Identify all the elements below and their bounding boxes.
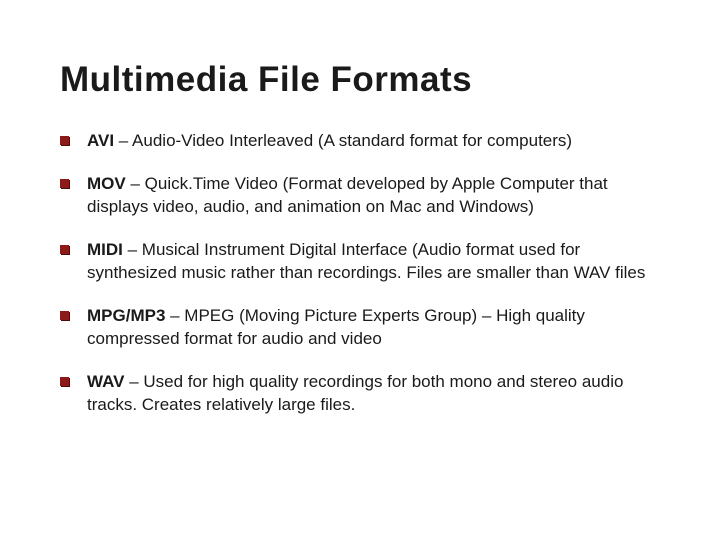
square-bullet-icon (60, 377, 69, 386)
list-item-text: WAV – Used for high quality recordings f… (87, 371, 670, 417)
square-bullet-icon (60, 136, 69, 145)
bullet-list: AVI – Audio-Video Interleaved (A standar… (60, 130, 670, 416)
list-item: WAV – Used for high quality recordings f… (60, 371, 670, 417)
list-item-text: MPG/MP3 – MPEG (Moving Picture Experts G… (87, 305, 670, 351)
list-item: MPG/MP3 – MPEG (Moving Picture Experts G… (60, 305, 670, 351)
list-item: AVI – Audio-Video Interleaved (A standar… (60, 130, 670, 153)
square-bullet-icon (60, 245, 69, 254)
list-item-text: AVI – Audio-Video Interleaved (A standar… (87, 130, 670, 153)
square-bullet-icon (60, 311, 69, 320)
square-bullet-icon (60, 179, 69, 188)
list-item-text: MIDI – Musical Instrument Digital Interf… (87, 239, 670, 285)
list-item: MOV – Quick.Time Video (Format developed… (60, 173, 670, 219)
list-item-text: MOV – Quick.Time Video (Format developed… (87, 173, 670, 219)
slide-title: Multimedia File Formats (60, 60, 670, 100)
list-item: MIDI – Musical Instrument Digital Interf… (60, 239, 670, 285)
